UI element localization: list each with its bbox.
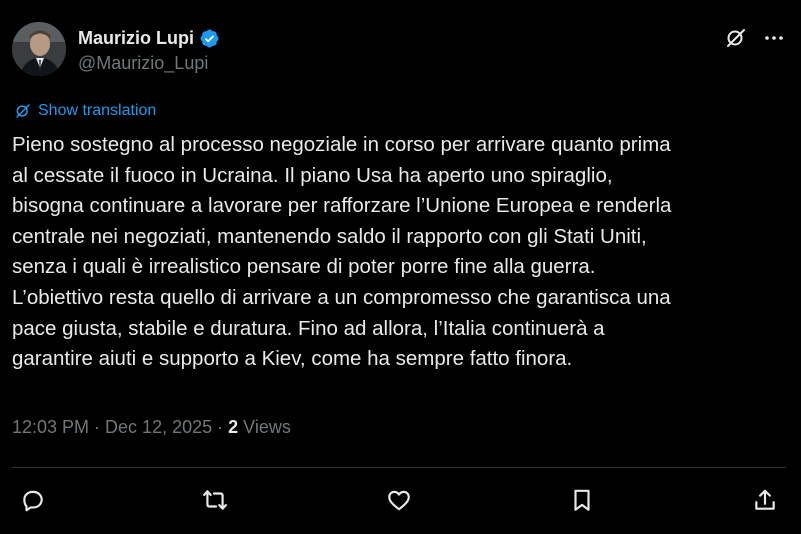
tweet-text-line: senza i quali è irrealistico pensare di … [12,255,596,279]
views-label: Views [243,417,291,437]
tweet-text-line: Pieno sostegno al processo negoziale in … [12,133,671,156]
divider [12,467,786,468]
tweet-text-line: garantire aiuti e supporto a Kiev, come … [12,347,573,371]
grok-button[interactable] [722,24,750,52]
grok-icon [727,29,745,47]
bookmark-button[interactable] [568,486,596,514]
author-name-row[interactable]: Maurizio Lupi [78,26,220,50]
more-button[interactable] [760,24,788,52]
repost-icon [203,490,227,510]
tweet-date[interactable]: Dec 12, 2025 [105,417,212,438]
more-icon [765,36,783,40]
tweet-text: Pieno sostegno al processo negoziale in … [12,130,792,375]
grok-icon [16,104,30,118]
show-translation-link[interactable]: Show translation [14,102,156,120]
bookmark-icon [574,489,590,511]
views-count: 2 [228,417,239,437]
meta-separator: · [217,417,224,437]
verified-badge-icon[interactable] [199,28,220,49]
tweet-text-line: L’obiettivo resta quello di arrivare a u… [12,285,671,309]
tweet-text-line: al cessate il fuoco in Ucraina. Il piano… [12,163,613,187]
tweet-time[interactable]: 12:03 PM [12,417,89,438]
tweet-text-line: pace giusta, stabile e duratura. Fino ad… [12,316,605,340]
meta-separator: · [94,417,101,437]
like-button[interactable] [385,486,413,514]
tweet-text-line: centrale nei negoziati, mantenendo saldo… [12,224,647,248]
avatar[interactable] [12,22,66,76]
tweet-text-line: bisogna continuare a lavorare per raffor… [12,194,672,218]
author-name[interactable]: Maurizio Lupi [78,28,194,49]
heart-icon [388,490,410,511]
reply-button[interactable] [19,486,47,514]
share-icon [755,489,775,510]
profile-photo [12,22,66,76]
reply-icon [23,490,43,512]
repost-button[interactable] [201,486,229,514]
tweet-meta: 12:03 PM · Dec 12, 2025 · 2 Views [12,417,291,438]
author-handle[interactable]: @Maurizio_Lupi [78,53,208,74]
show-translation-label[interactable]: Show translation [38,102,156,120]
share-button[interactable] [751,486,779,514]
